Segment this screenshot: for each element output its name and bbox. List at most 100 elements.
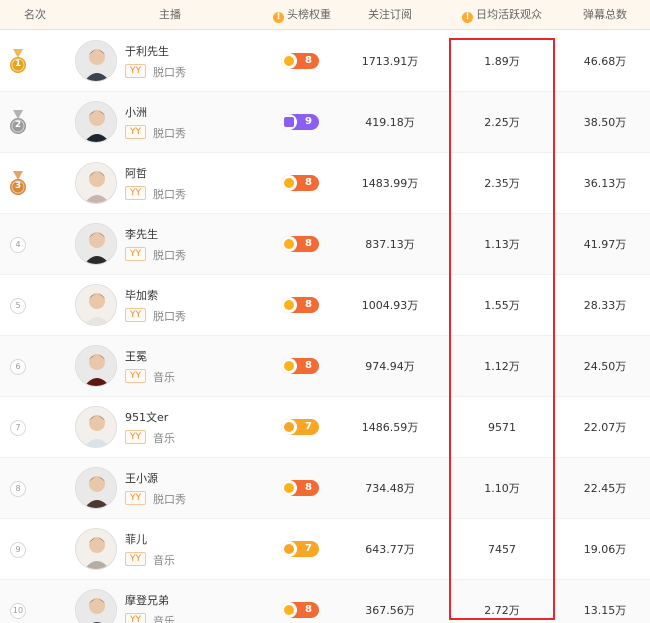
table-header: 名次 主播 ! 头榜权重 关注订阅 ! 日均活跃观众 弹幕总数 <box>0 0 650 30</box>
header-weight[interactable]: ! 头榜权重 <box>262 0 342 30</box>
anchor-name[interactable]: 小洲 <box>125 104 147 120</box>
anchor-name[interactable]: 摩登兄弟 <box>125 592 169 608</box>
weight-level: 8 <box>305 482 312 493</box>
anchor-name[interactable]: 951文er <box>125 409 168 425</box>
follow-count: 419.18万 <box>365 116 415 129</box>
weight-level: 7 <box>305 421 312 432</box>
avatar[interactable] <box>75 345 117 387</box>
danmu-count: 22.07万 <box>583 421 627 434</box>
medal-icon: 3 <box>8 171 28 197</box>
platform-badge: YY <box>125 125 146 139</box>
rank-number: 9 <box>10 542 26 558</box>
follow-count: 1713.91万 <box>361 55 419 68</box>
anchor-name[interactable]: 王小源 <box>125 470 158 486</box>
info-icon[interactable]: ! <box>462 12 473 23</box>
platform-badge: YY <box>125 247 146 261</box>
moon-icon <box>281 419 297 435</box>
avatar[interactable] <box>75 40 117 82</box>
medal-icon: 1 <box>8 49 28 75</box>
anchor-name[interactable]: 阿哲 <box>125 165 147 181</box>
weight-level: 8 <box>305 360 312 371</box>
platform-badge: YY <box>125 430 146 444</box>
anchor-name[interactable]: 菲儿 <box>125 531 147 547</box>
rank-number: 5 <box>10 298 26 314</box>
table-row[interactable]: 2 小洲 YY 脱口秀 9 419.18万 2.25万 38.50万 <box>0 92 650 153</box>
platform-badge: YY <box>125 552 146 566</box>
header-danmu[interactable]: 弹幕总数 <box>565 0 645 30</box>
weight-level: 8 <box>305 55 312 66</box>
rank-number: 1 <box>14 59 22 69</box>
weight-badge: 7 <box>281 419 319 435</box>
follow-count: 1004.93万 <box>361 299 419 312</box>
header-anchor: 主播 <box>159 8 181 21</box>
danmu-count: 36.13万 <box>583 177 627 190</box>
anchor-name[interactable]: 于利先生 <box>125 43 169 59</box>
avatar[interactable] <box>75 101 117 143</box>
daily-viewers: 2.72万 <box>484 604 520 617</box>
rank-number: 8 <box>10 481 26 497</box>
daily-viewers: 1.89万 <box>484 55 520 68</box>
moon-icon <box>281 541 297 557</box>
category-tag: 音乐 <box>153 432 175 445</box>
platform-badge: YY <box>125 186 146 200</box>
platform-badge: YY <box>125 308 146 322</box>
weight-level: 8 <box>305 299 312 310</box>
category-tag: 脱口秀 <box>153 310 186 323</box>
follow-count: 367.56万 <box>365 604 415 617</box>
sun-icon <box>281 358 297 374</box>
category-tag: 脱口秀 <box>153 188 186 201</box>
danmu-count: 38.50万 <box>583 116 627 129</box>
category-tag: 音乐 <box>153 554 175 567</box>
category-tag: 音乐 <box>153 371 175 384</box>
weight-level: 8 <box>305 177 312 188</box>
daily-viewers: 2.25万 <box>484 116 520 129</box>
daily-viewers: 2.35万 <box>484 177 520 190</box>
table-row[interactable]: 7 951文er YY 音乐 7 1486.59万 9571 22.07万 <box>0 397 650 458</box>
daily-viewers: 9571 <box>488 421 516 434</box>
avatar[interactable] <box>75 223 117 265</box>
weight-level: 8 <box>305 604 312 615</box>
weight-badge: 9 <box>281 114 319 130</box>
weight-level: 9 <box>305 116 312 127</box>
avatar[interactable] <box>75 406 117 448</box>
table-row[interactable]: 10 摩登兄弟 YY 音乐 8 367.56万 2.72万 13.15万 <box>0 580 650 623</box>
weight-badge: 8 <box>281 236 319 252</box>
header-viewers-label: 日均活跃观众 <box>476 8 542 21</box>
avatar[interactable] <box>75 284 117 326</box>
table-row[interactable]: 3 阿哲 YY 脱口秀 8 1483.99万 2.35万 36.13万 <box>0 153 650 214</box>
follow-count: 1486.59万 <box>361 421 419 434</box>
sun-icon <box>281 236 297 252</box>
avatar[interactable] <box>75 589 117 623</box>
daily-viewers: 1.55万 <box>484 299 520 312</box>
anchor-name[interactable]: 毕加索 <box>125 287 158 303</box>
table-row[interactable]: 8 王小源 YY 脱口秀 8 734.48万 1.10万 22.45万 <box>0 458 650 519</box>
table-row[interactable]: 4 李先生 YY 脱口秀 8 837.13万 1.13万 41.97万 <box>0 214 650 275</box>
anchor-name[interactable]: 王冕 <box>125 348 147 364</box>
weight-badge: 8 <box>281 480 319 496</box>
table-row[interactable]: 1 于利先生 YY 脱口秀 8 1713.91万 1.89万 46.68万 <box>0 31 650 92</box>
table-row[interactable]: 6 王冕 YY 音乐 8 974.94万 1.12万 24.50万 <box>0 336 650 397</box>
weight-badge: 8 <box>281 175 319 191</box>
weight-badge: 7 <box>281 541 319 557</box>
avatar[interactable] <box>75 162 117 204</box>
info-icon[interactable]: ! <box>273 12 284 23</box>
anchor-name[interactable]: 李先生 <box>125 226 158 242</box>
platform-badge: YY <box>125 491 146 505</box>
weight-level: 8 <box>305 238 312 249</box>
sun-icon <box>281 480 297 496</box>
category-tag: 脱口秀 <box>153 127 186 140</box>
header-viewers[interactable]: ! 日均活跃观众 <box>452 0 552 30</box>
follow-count: 734.48万 <box>365 482 415 495</box>
header-weight-label: 头榜权重 <box>287 8 331 21</box>
rank-number: 4 <box>10 237 26 253</box>
danmu-count: 46.68万 <box>583 55 627 68</box>
avatar[interactable] <box>75 467 117 509</box>
avatar[interactable] <box>75 528 117 570</box>
weight-badge: 8 <box>281 358 319 374</box>
weight-badge: 8 <box>281 53 319 69</box>
table-row[interactable]: 5 毕加索 YY 脱口秀 8 1004.93万 1.55万 28.33万 <box>0 275 650 336</box>
header-follow[interactable]: 关注订阅 <box>340 0 440 30</box>
header-rank: 名次 <box>24 8 46 21</box>
rank-number: 2 <box>14 120 22 130</box>
table-row[interactable]: 9 菲儿 YY 音乐 7 643.77万 7457 19.06万 <box>0 519 650 580</box>
